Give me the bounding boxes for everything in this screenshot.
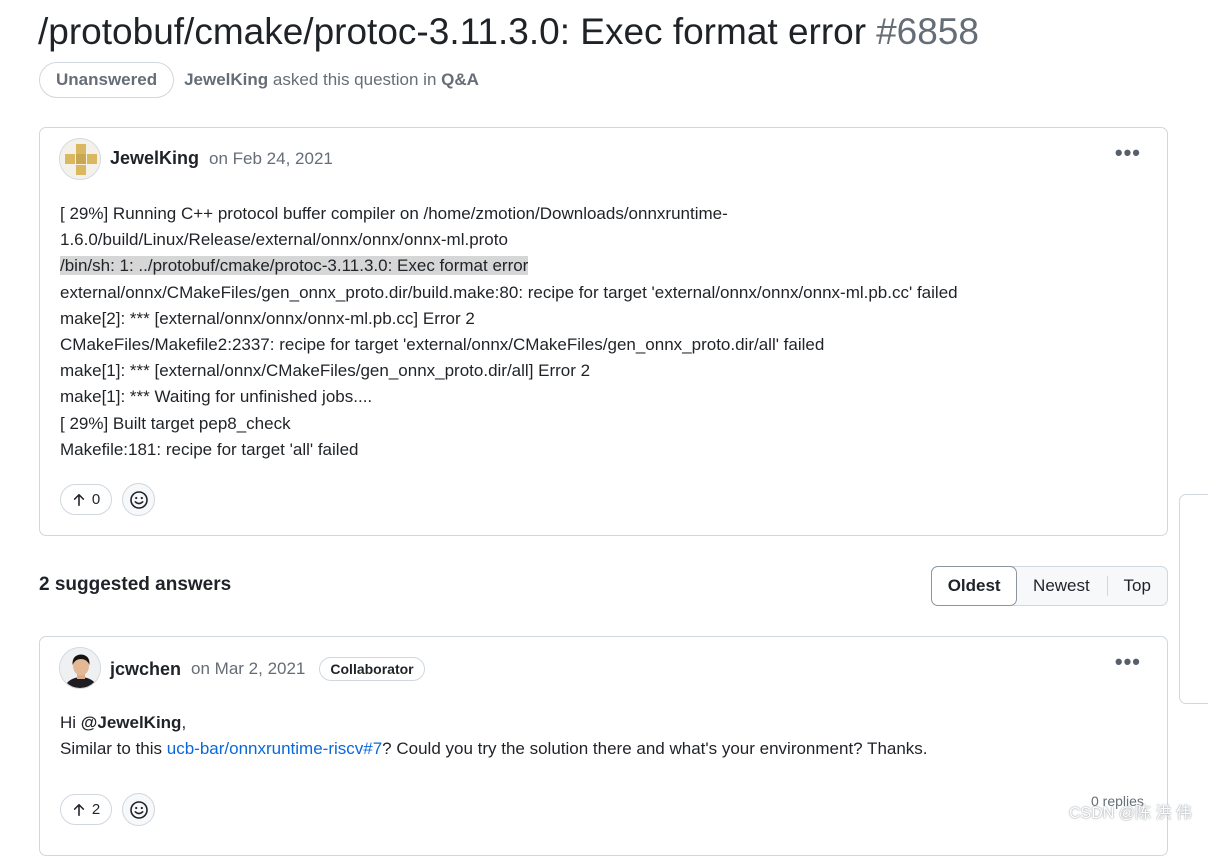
question-card: JewelKing on Feb 24, 2021 ••• [ 29%] Run… [39, 127, 1168, 536]
category-link[interactable]: Q&A [441, 70, 479, 89]
answer-text: Similar to this [60, 739, 167, 759]
vote-count: 0 [91, 491, 101, 508]
arrow-up-icon [73, 493, 84, 506]
smiley-icon [129, 490, 148, 509]
question-body: [ 29%] Running C++ protocol buffer compi… [60, 201, 1147, 463]
side-panel-edge [1179, 494, 1208, 704]
answer-actions: 2 [60, 793, 155, 826]
question-header: JewelKing on Feb 24, 2021 [110, 148, 333, 169]
upvote-button[interactable]: 2 [60, 794, 112, 825]
avatar[interactable] [59, 138, 101, 180]
smiley-icon [129, 800, 148, 819]
user-photo-icon [60, 648, 100, 688]
greeting-punct: , [181, 713, 187, 732]
status-badge: Unanswered [39, 62, 175, 98]
upvote-button[interactable]: 0 [60, 484, 112, 515]
sort-top[interactable]: Top [1108, 567, 1168, 605]
asked-text: asked this question in [272, 70, 437, 89]
avatar[interactable] [59, 647, 101, 689]
arrow-up-icon [73, 803, 84, 816]
post-date[interactable]: on Feb 24, 2021 [209, 149, 333, 169]
kebab-horizontal-icon[interactable]: ••• [1115, 142, 1141, 164]
discussion-number: #6858 [876, 11, 979, 52]
post-date[interactable]: on Mar 2, 2021 [191, 659, 305, 679]
answer-text: ? Could you try the solution there and w… [382, 739, 928, 759]
vote-count: 2 [91, 801, 101, 818]
discussion-meta: Unanswered JewelKing asked this question… [39, 62, 479, 98]
body-line: make[1]: *** [external/onnx/CMakeFiles/g… [60, 361, 591, 381]
asked-info: JewelKing asked this question in Q&A [184, 70, 479, 90]
discussion-title-text: /protobuf/cmake/protoc-3.11.3.0: Exec fo… [38, 11, 867, 52]
sort-oldest[interactable]: Oldest [931, 566, 1018, 606]
body-line: [ 29%] Running C++ protocol buffer compi… [60, 204, 728, 223]
add-reaction-button[interactable] [122, 793, 155, 826]
author-name[interactable]: JewelKing [110, 148, 199, 169]
sort-newest[interactable]: Newest [1016, 567, 1106, 605]
body-line: make[1]: *** Waiting for unfinished jobs… [60, 387, 373, 407]
author-name[interactable]: jcwchen [110, 659, 181, 680]
identicon-icon [60, 139, 100, 179]
discussion-title: /protobuf/cmake/protoc-3.11.3.0: Exec fo… [38, 8, 979, 56]
answer-body: Hi @JewelKing, Similar to this ucb-bar/o… [60, 710, 1147, 762]
body-line: 1.6.0/build/Linux/Release/external/onnx/… [60, 230, 508, 250]
body-line: CMakeFiles/Makefile2:2337: recipe for ta… [60, 335, 825, 355]
issue-link[interactable]: ucb-bar/onnxruntime-riscv#7 [167, 739, 382, 758]
body-line: make[2]: *** [external/onnx/onnx/onnx-ml… [60, 308, 475, 328]
collaborator-badge: Collaborator [319, 657, 425, 681]
answer-line: Hi @JewelKing, [60, 710, 1147, 736]
asker-link[interactable]: JewelKing [184, 70, 268, 89]
add-reaction-button[interactable] [122, 483, 155, 516]
body-line: external/onnx/CMakeFiles/gen_onnx_proto.… [60, 282, 958, 302]
answers-heading: 2 suggested answers [39, 574, 232, 595]
csdn-watermark: CSDN @陈 洪 伟 [1069, 805, 1192, 822]
user-mention[interactable]: @JewelKing [81, 713, 182, 732]
greeting-text: Hi [60, 713, 81, 732]
body-line: [ 29%] Built target pep8_check [60, 413, 291, 433]
body-line: Makefile:181: recipe for target 'all' fa… [60, 439, 359, 459]
sort-toggle: Oldest Newest Top [931, 566, 1168, 606]
highlighted-line: /bin/sh: 1: ../protobuf/cmake/protoc-3.1… [60, 256, 529, 276]
question-actions: 0 [60, 483, 155, 516]
kebab-horizontal-icon[interactable]: ••• [1115, 651, 1141, 673]
answer-card: jcwchen on Mar 2, 2021 Collaborator ••• … [39, 636, 1168, 856]
answer-header: jcwchen on Mar 2, 2021 Collaborator [110, 657, 425, 681]
answer-line: Similar to this ucb-bar/onnxruntime-risc… [60, 736, 1147, 762]
